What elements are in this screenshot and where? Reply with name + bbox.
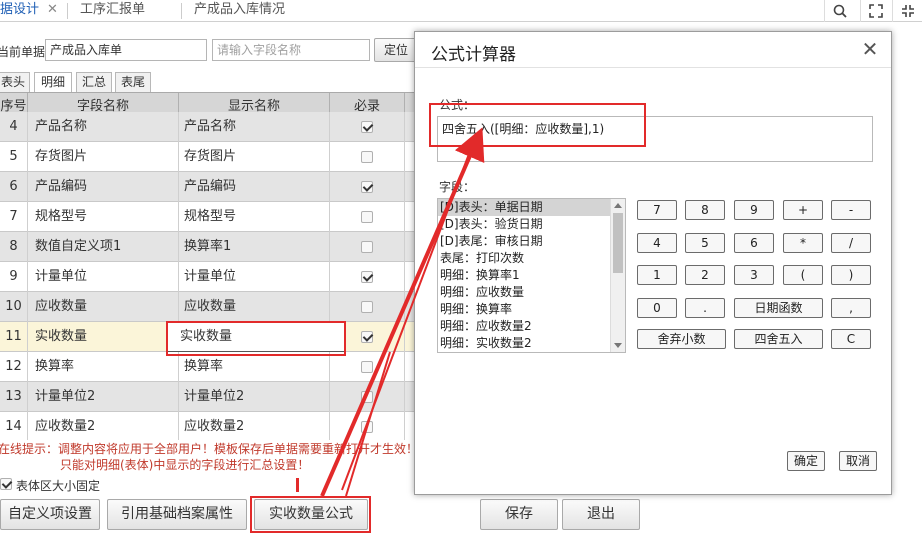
arrow-shadow-line bbox=[341, 145, 473, 491]
annotation-arrows bbox=[320, 127, 485, 497]
